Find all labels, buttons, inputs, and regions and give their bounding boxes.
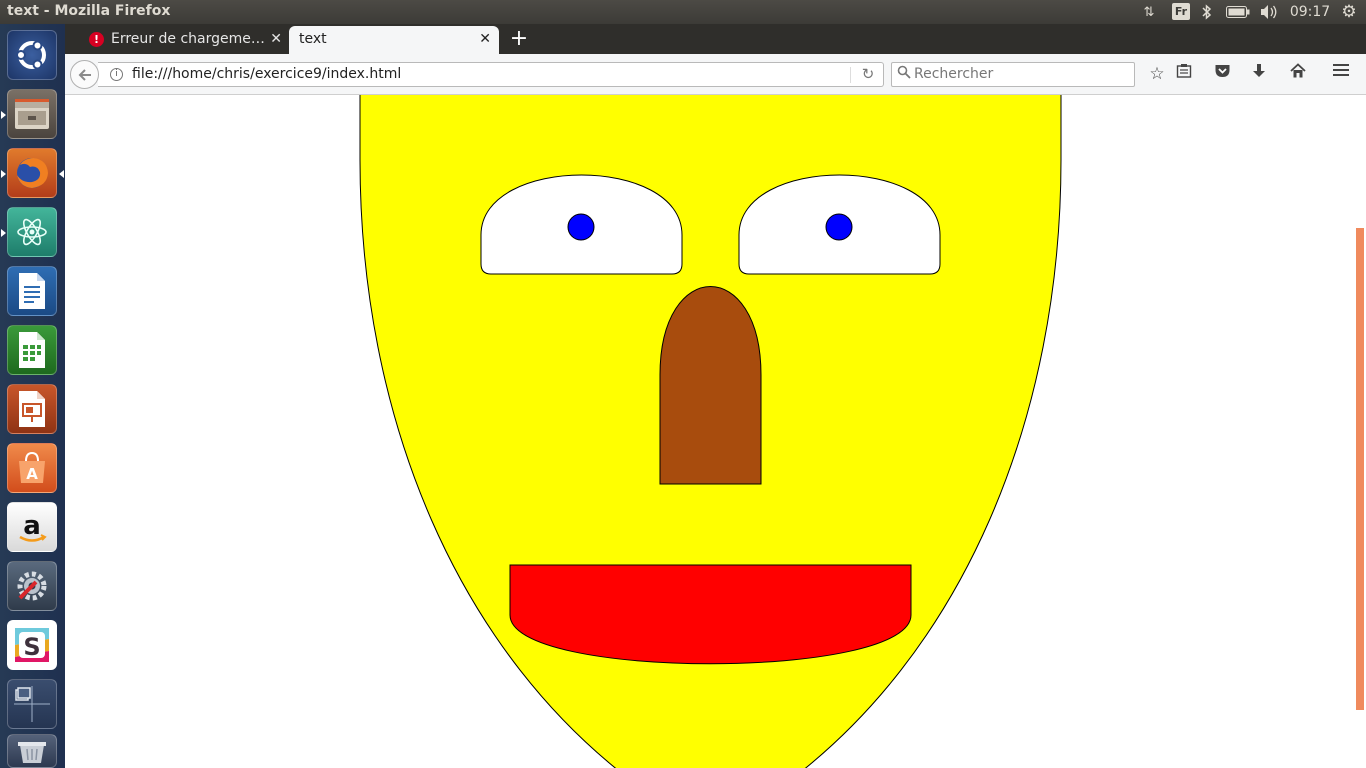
search-input[interactable]: Rechercher [914,66,1124,82]
libreoffice-calc-icon[interactable] [7,325,57,375]
new-tab-button[interactable]: + [507,26,531,52]
svg-text:S: S [23,633,40,661]
trash-icon[interactable] [7,734,57,768]
tab-close-icon[interactable]: ✕ [270,31,282,47]
page-content [65,95,1353,768]
workspace-switcher-icon[interactable] [7,679,57,729]
unity-launcher: A a S [0,24,66,768]
amazon-icon[interactable]: a [7,502,57,552]
svg-text:A: A [26,465,38,483]
focused-indicator [59,170,64,178]
scrollbar-thumb[interactable] [1356,228,1364,710]
system-settings-icon[interactable] [7,561,57,611]
search-box[interactable]: Rechercher [891,62,1135,87]
software-center-icon[interactable]: A [7,443,57,493]
reading-list-icon[interactable] [1176,63,1200,85]
volume-icon[interactable] [1258,2,1280,22]
slack-icon[interactable]: S [7,620,57,670]
bookmark-star-icon[interactable]: ☆ [1145,63,1169,85]
downloads-icon[interactable] [1252,63,1276,85]
menu-icon[interactable] [1333,63,1357,85]
running-indicator [1,229,6,237]
search-icon [897,65,911,79]
battery-icon[interactable] [1225,2,1251,22]
divider [850,67,851,83]
running-indicator [1,170,6,178]
tab-label: text [299,31,327,47]
error-icon: ! [89,32,104,47]
bluetooth-icon[interactable] [1199,2,1215,22]
url-text[interactable]: file:///home/chris/exercice9/index.html [132,66,401,82]
mouth [509,564,912,665]
info-icon[interactable]: i [110,68,123,81]
tab-label: Erreur de chargeme… [111,31,265,47]
reload-icon[interactable]: ↻ [856,65,880,85]
home-icon[interactable] [1290,63,1314,85]
window-title: text - Mozilla Firefox [7,3,171,19]
tab-error-page[interactable]: ! Erreur de chargeme… ✕ [85,26,290,54]
pocket-icon[interactable] [1214,63,1238,85]
url-bar[interactable]: i file:///home/chris/exercice9/index.htm… [98,62,884,87]
nose [659,286,762,485]
back-button[interactable] [70,60,99,89]
system-gear-icon[interactable]: ⚙ [1338,2,1360,22]
keyboard-layout-indicator[interactable]: Fr [1172,3,1190,20]
tab-close-icon[interactable]: ✕ [479,31,491,47]
libreoffice-writer-icon[interactable] [7,266,57,316]
navigation-toolbar: i file:///home/chris/exercice9/index.htm… [65,54,1366,95]
tab-active[interactable]: text ✕ [289,26,499,54]
face-drawing [359,95,1062,768]
files-icon[interactable] [7,89,57,139]
tab-strip: ! Erreur de chargeme… ✕ text ✕ + [65,24,1366,54]
clock[interactable]: 09:17 [1290,2,1330,22]
top-panel: text - Mozilla Firefox ⇅ Fr 09:17 ⚙ [0,0,1366,24]
atom-icon[interactable] [7,207,57,257]
network-icon[interactable]: ⇅ [1139,2,1159,22]
right-pupil [825,213,853,241]
ubuntu-dash-icon[interactable] [7,30,57,80]
firefox-icon[interactable] [7,148,57,198]
left-pupil [567,213,595,241]
running-indicator [1,111,6,119]
scrollbar[interactable] [1353,95,1366,768]
svg-text:a: a [23,511,41,541]
libreoffice-impress-icon[interactable] [7,384,57,434]
